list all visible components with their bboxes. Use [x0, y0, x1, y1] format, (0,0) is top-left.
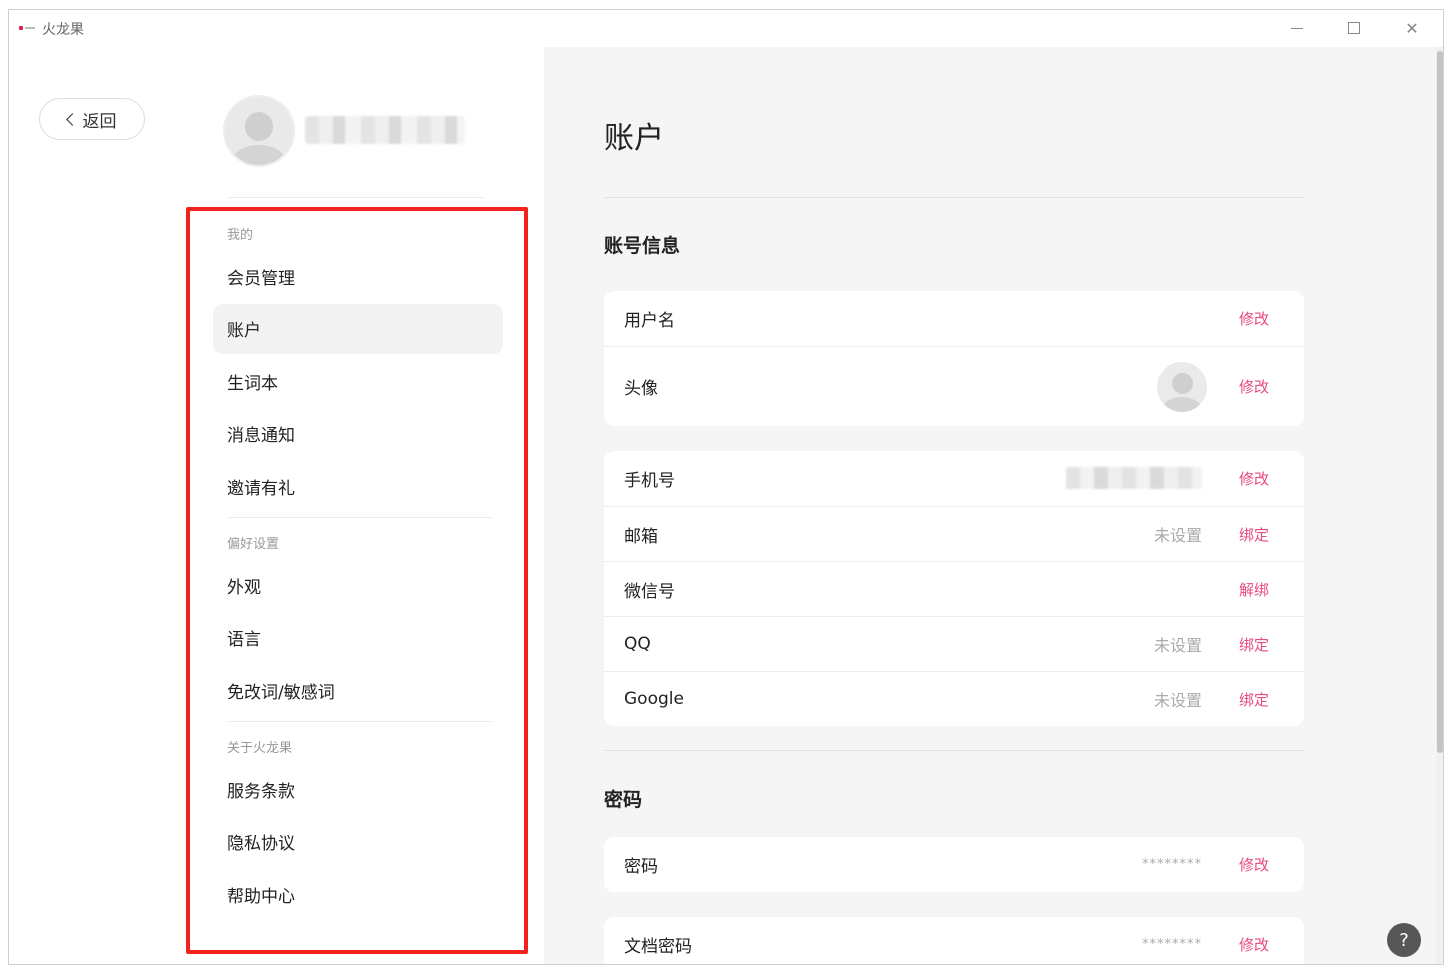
app-title: 火龙果	[42, 22, 84, 38]
user-avatar[interactable]	[223, 95, 295, 167]
sidebar-item-sensitive-words[interactable]: 免改词/敏感词	[213, 665, 503, 715]
back-button[interactable]: 返回	[39, 98, 145, 140]
sidebar-item-notifications[interactable]: 消息通知	[213, 409, 503, 459]
google-label: Google	[624, 689, 684, 709]
sidebar-menu: 我的 会员管理 账户 生词本 消息通知 邀请有礼 偏好设置 外观 语言 免改词/…	[213, 215, 503, 922]
section-title-mine: 我的	[227, 227, 254, 243]
section-title-preferences: 偏好设置	[227, 536, 280, 552]
sidebar-item-membership[interactable]: 会员管理	[213, 251, 503, 301]
menu-divider	[227, 721, 493, 722]
document-password-row: 文档密码 ******** 修改	[604, 917, 1304, 964]
avatar-body-icon	[1161, 397, 1203, 412]
section-title-account-info: 账号信息	[604, 235, 681, 257]
username-label: 用户名	[624, 311, 675, 331]
document-password-mask: ********	[1142, 937, 1202, 952]
avatar-row: 头像 修改	[604, 346, 1304, 426]
email-status: 未设置	[1153, 526, 1202, 545]
maximize-icon	[1348, 22, 1360, 34]
google-row: Google 未设置 绑定	[604, 671, 1304, 726]
section-title-password: 密码	[604, 789, 643, 811]
sidebar-item-language[interactable]: 语言	[213, 613, 503, 663]
minimize-button[interactable]	[1277, 15, 1317, 41]
document-password-card: 文档密码 ******** 修改	[604, 917, 1304, 964]
edit-phone-button[interactable]: 修改	[1239, 468, 1269, 489]
unbind-wechat-button[interactable]: 解绑	[1239, 579, 1269, 600]
chevron-left-icon	[65, 113, 79, 126]
question-mark-icon: ?	[1399, 929, 1409, 951]
sidebar-item-privacy[interactable]: 隐私协议	[213, 817, 503, 867]
password-mask: ********	[1142, 857, 1202, 872]
wechat-label: 微信号	[624, 581, 675, 602]
qq-row: QQ 未设置 绑定	[604, 616, 1304, 671]
edit-avatar-button[interactable]: 修改	[1239, 376, 1269, 397]
profile-card: 用户名 修改 头像 修改	[604, 291, 1304, 426]
phone-label: 手机号	[624, 471, 675, 491]
page-title: 账户	[604, 121, 664, 156]
scrollbar[interactable]	[1436, 47, 1443, 964]
minimize-icon	[1291, 27, 1303, 29]
sidebar-item-account[interactable]: 账户	[213, 303, 503, 354]
section-title-about: 关于火龙果	[227, 740, 293, 756]
email-label: 邮箱	[624, 526, 658, 547]
avatar-head-icon	[244, 111, 274, 141]
main-panel: 账户 账号信息 用户名 修改 头像 修改 手机号 修改 邮箱 未设置 绑定 微信…	[544, 47, 1436, 964]
avatar-body-icon	[230, 144, 288, 165]
edit-password-button[interactable]: 修改	[1239, 854, 1269, 875]
password-card: 密码 ******** 修改	[604, 837, 1304, 892]
app-logo-icon	[19, 24, 35, 32]
password-label: 密码	[624, 857, 658, 877]
google-status: 未设置	[1153, 691, 1202, 710]
sidebar-item-terms[interactable]: 服务条款	[213, 764, 503, 814]
avatar-thumbnail	[1157, 362, 1207, 412]
qq-status: 未设置	[1153, 636, 1202, 655]
section-divider	[604, 750, 1304, 751]
username-row: 用户名 修改	[604, 291, 1304, 346]
scroll-thumb[interactable]	[1437, 51, 1443, 753]
sidebar-item-help-center[interactable]: 帮助中心	[213, 869, 503, 919]
help-button[interactable]: ?	[1387, 923, 1421, 957]
title-divider	[604, 197, 1304, 198]
back-label: 返回	[82, 111, 117, 132]
wechat-row: 微信号 解绑	[604, 561, 1304, 616]
sidebar-item-invite[interactable]: 邀请有礼	[213, 461, 503, 511]
app-window: 火龙果 ✕ 返回 我的 会员管理 账户 生词本 消息通知 邀请有礼 偏好设置 外…	[8, 9, 1444, 965]
sidebar-item-appearance[interactable]: 外观	[213, 560, 503, 610]
bind-qq-button[interactable]: 绑定	[1239, 634, 1269, 655]
email-row: 邮箱 未设置 绑定	[604, 506, 1304, 561]
bind-email-button[interactable]: 绑定	[1239, 524, 1269, 545]
phone-row: 手机号 修改	[604, 451, 1304, 506]
edit-document-password-button[interactable]: 修改	[1239, 934, 1269, 955]
avatar-label: 头像	[624, 379, 658, 399]
menu-divider	[227, 517, 493, 518]
password-row: 密码 ******** 修改	[604, 837, 1304, 892]
blurred-username	[305, 116, 465, 144]
maximize-button[interactable]	[1334, 15, 1374, 41]
qq-label: QQ	[624, 634, 651, 654]
profile-divider	[227, 197, 485, 198]
title-bar: 火龙果 ✕	[9, 10, 1443, 46]
close-button[interactable]: ✕	[1392, 15, 1432, 41]
blurred-phone-number	[1066, 467, 1202, 489]
edit-username-button[interactable]: 修改	[1239, 308, 1269, 329]
avatar-head-icon	[1171, 373, 1193, 394]
bindings-card: 手机号 修改 邮箱 未设置 绑定 微信号 解绑 QQ 未设置 绑定 Google…	[604, 451, 1304, 726]
sidebar-item-vocabulary[interactable]: 生词本	[213, 356, 503, 406]
bind-google-button[interactable]: 绑定	[1239, 689, 1269, 710]
close-icon: ✕	[1405, 18, 1419, 38]
document-password-label: 文档密码	[624, 937, 692, 957]
